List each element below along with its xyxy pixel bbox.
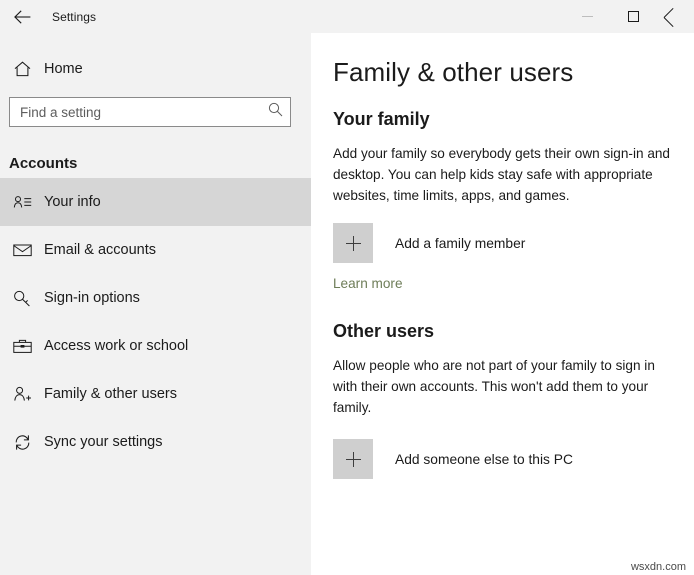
watermark: wsxdn.com xyxy=(631,561,686,573)
sidebar-item-your-info-label: Your info xyxy=(44,194,101,210)
sidebar-item-sync-your-settings-label: Sync your settings xyxy=(44,434,162,450)
other-users-description: Allow people who are not part of your fa… xyxy=(333,355,672,418)
title-bar-left: Settings xyxy=(0,0,96,33)
close-icon xyxy=(664,11,676,23)
sidebar-item-your-info[interactable]: Your info xyxy=(0,178,311,226)
close-button[interactable] xyxy=(656,0,694,33)
maximize-button[interactable] xyxy=(610,0,656,33)
sidebar-item-sign-in-options[interactable]: Sign-in options xyxy=(0,274,311,322)
sidebar-item-access-work-or-school[interactable]: Access work or school xyxy=(0,322,311,370)
minimize-button[interactable] xyxy=(564,0,610,33)
page-title: Family & other users xyxy=(333,57,694,88)
add-family-member-label: Add a family member xyxy=(395,236,525,251)
settings-window: Settings Home xyxy=(0,0,694,575)
user-plus-icon xyxy=(9,386,35,402)
your-family-description: Add your family so everybody gets their … xyxy=(333,143,672,206)
add-family-member-button[interactable]: Add a family member xyxy=(333,223,525,263)
plus-icon xyxy=(333,223,373,263)
sidebar-item-home-label: Home xyxy=(44,61,83,77)
main-content: Family & other users Your family Add you… xyxy=(311,33,694,575)
briefcase-icon xyxy=(9,339,35,354)
sidebar: Home Accounts xyxy=(0,33,311,575)
envelope-icon xyxy=(9,243,35,257)
search-icon xyxy=(268,102,283,122)
key-icon xyxy=(9,290,35,307)
sidebar-item-email-accounts[interactable]: Email & accounts xyxy=(0,226,311,274)
window-controls xyxy=(564,0,694,33)
sidebar-nav-list: Your info Email & accounts xyxy=(0,178,311,466)
home-icon xyxy=(9,61,35,77)
sidebar-section-title: Accounts xyxy=(0,155,311,172)
search-input[interactable] xyxy=(10,99,260,125)
sync-icon xyxy=(9,434,35,451)
add-someone-else-button[interactable]: Add someone else to this PC xyxy=(333,439,573,479)
window-title: Settings xyxy=(52,10,96,24)
other-users-heading: Other users xyxy=(333,321,694,342)
learn-more-link[interactable]: Learn more xyxy=(333,276,403,291)
add-someone-else-label: Add someone else to this PC xyxy=(395,452,573,467)
sidebar-item-family-other-users-label: Family & other users xyxy=(44,386,177,402)
minimize-icon xyxy=(582,16,593,17)
sidebar-item-sync-your-settings[interactable]: Sync your settings xyxy=(0,418,311,466)
sidebar-item-access-work-or-school-label: Access work or school xyxy=(44,338,188,354)
title-bar: Settings xyxy=(0,0,694,33)
plus-icon xyxy=(333,439,373,479)
sidebar-item-home[interactable]: Home xyxy=(0,50,311,88)
user-card-icon xyxy=(9,195,35,209)
back-arrow-icon xyxy=(14,10,31,24)
sidebar-item-email-accounts-label: Email & accounts xyxy=(44,242,156,258)
sidebar-item-family-other-users[interactable]: Family & other users xyxy=(0,370,311,418)
search-button[interactable] xyxy=(260,98,290,126)
your-family-heading: Your family xyxy=(333,109,694,130)
sidebar-item-sign-in-options-label: Sign-in options xyxy=(44,290,140,306)
search-box[interactable] xyxy=(9,97,291,127)
maximize-icon xyxy=(628,11,639,22)
back-button[interactable] xyxy=(0,0,44,33)
